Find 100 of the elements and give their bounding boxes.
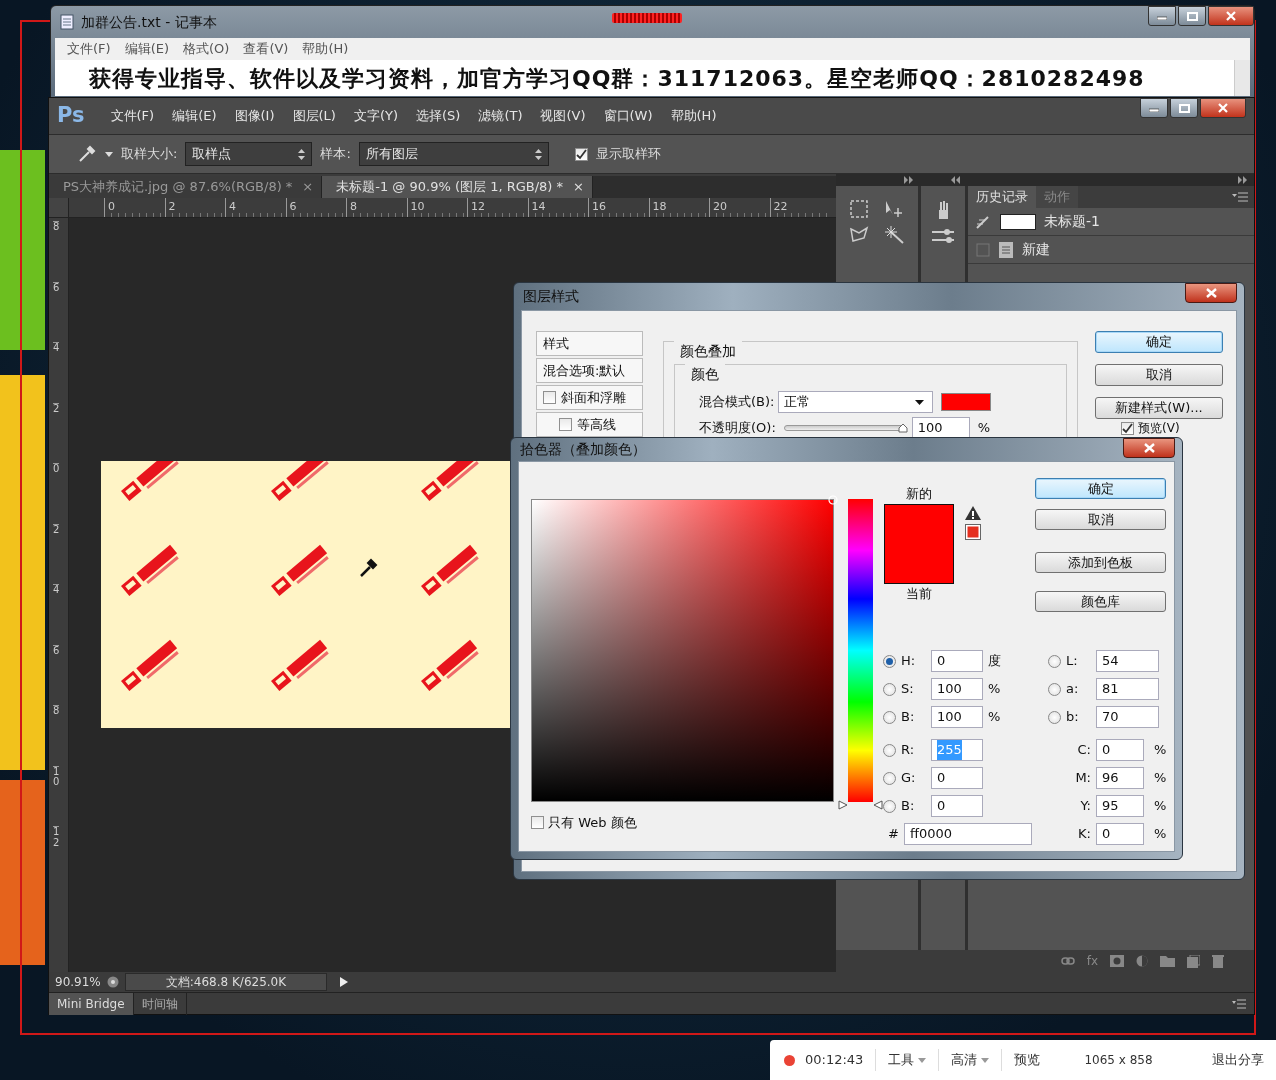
radio-button[interactable] — [883, 771, 896, 785]
value-field[interactable]: 95 — [1096, 795, 1144, 817]
checkbox[interactable] — [531, 816, 544, 830]
collapse-icon[interactable] — [904, 176, 914, 184]
menu-item[interactable]: 滤镜(T) — [478, 106, 523, 126]
menu-item[interactable]: 文字(Y) — [353, 106, 398, 126]
value-field[interactable]: 0 — [1096, 823, 1144, 845]
menu-item[interactable]: 帮助(H) — [302, 39, 349, 59]
value-field[interactable]: 100 — [931, 678, 983, 700]
trash-icon[interactable] — [1212, 954, 1224, 968]
gamut-color-icon[interactable] — [965, 524, 981, 540]
radio-button[interactable] — [1048, 682, 1061, 696]
color-swatch[interactable] — [941, 393, 992, 411]
value-field[interactable]: 96 — [1096, 767, 1144, 789]
radio-button[interactable] — [883, 743, 896, 757]
blend-mode-select[interactable]: 正常 — [778, 391, 934, 413]
collapse-icon[interactable] — [951, 176, 961, 184]
checkbox[interactable] — [574, 147, 588, 161]
new-layer-icon[interactable] — [1187, 954, 1200, 968]
close-button[interactable] — [1123, 438, 1175, 458]
radio-button[interactable] — [1048, 654, 1061, 668]
checkbox[interactable] — [1121, 422, 1134, 435]
radio-button[interactable] — [883, 799, 896, 813]
document-tab[interactable]: 未标题-1 @ 90.9% (图层 1, RGB/8) * × — [322, 176, 593, 198]
menu-item[interactable]: 视图(V) — [540, 106, 586, 126]
folder-icon[interactable] — [1160, 955, 1175, 967]
dialog-button[interactable]: 新建样式(W)... — [1095, 397, 1223, 419]
minimize-button[interactable] — [1148, 6, 1176, 26]
menu-item[interactable]: 帮助(H) — [670, 106, 717, 126]
play-icon[interactable] — [337, 976, 350, 988]
maximize-button[interactable] — [1170, 98, 1198, 118]
menu-item[interactable]: 格式(O) — [183, 39, 230, 59]
exit-share-button[interactable]: 退出分享 — [1212, 1050, 1264, 1070]
document-size[interactable]: 文档:468.8 K/625.0K — [124, 973, 328, 991]
radio-button[interactable] — [883, 654, 896, 668]
hex-field[interactable]: ff0000 — [904, 823, 1032, 845]
checkbox[interactable] — [559, 418, 572, 431]
close-button[interactable] — [1185, 283, 1237, 303]
dialog-button[interactable]: 确定 — [1035, 478, 1167, 499]
tab-close-button[interactable]: × — [302, 177, 314, 197]
caret-icon[interactable] — [105, 151, 113, 157]
eyedropper-icon[interactable] — [77, 144, 97, 164]
document-tab[interactable]: PS大神养成记.jpg @ 87.6%(RGB/8) * × — [49, 176, 323, 198]
value-field[interactable]: 100 — [931, 706, 983, 728]
adjustment-icon[interactable] — [1136, 955, 1148, 967]
marquee-tool-icon[interactable] — [850, 200, 868, 218]
slider-handle[interactable] — [838, 800, 883, 810]
value-field[interactable]: 0 — [931, 795, 983, 817]
menu-item[interactable]: 图像(I) — [234, 106, 275, 126]
opacity-field[interactable]: 100 — [911, 417, 970, 439]
collapse-icon[interactable] — [1238, 176, 1248, 184]
panel-menu-icon[interactable] — [1232, 998, 1246, 1009]
close-button[interactable] — [1200, 98, 1246, 118]
style-list-item[interactable]: 等高线 — [536, 412, 643, 437]
menu-item[interactable]: 编辑(E) — [172, 106, 217, 126]
lasso-tool-icon[interactable] — [849, 226, 869, 244]
dialog-button[interactable]: 取消 — [1095, 364, 1223, 386]
radio-button[interactable] — [883, 710, 896, 724]
history-snapshot[interactable]: 未标题-1 — [968, 208, 1254, 236]
preview-button[interactable]: 预览 — [1014, 1050, 1041, 1070]
style-list-item[interactable]: 斜面和浮雕 — [536, 385, 643, 410]
menu-item[interactable]: 编辑(E) — [124, 39, 169, 59]
panel-tab[interactable]: 历史记录 — [968, 186, 1036, 208]
value-field[interactable]: 81 — [1096, 678, 1159, 700]
dropdown-menu-button[interactable]: 工具 — [888, 1050, 927, 1070]
menu-item[interactable]: 窗口(W) — [603, 106, 653, 126]
dialog-button[interactable]: 添加到色板 — [1035, 552, 1167, 573]
gamut-warning-icon[interactable] — [965, 506, 981, 520]
menu-item[interactable]: 文件(F) — [67, 39, 111, 59]
panel-menu-icon[interactable] — [1232, 192, 1248, 202]
link-icon[interactable] — [1060, 956, 1075, 966]
history-item[interactable]: 新建 — [968, 236, 1254, 264]
tab-close-button[interactable]: × — [573, 177, 584, 197]
scrollbar[interactable] — [1234, 60, 1250, 96]
info-icon[interactable] — [106, 976, 119, 988]
menu-item[interactable]: 图层(L) — [292, 106, 336, 126]
close-button[interactable] — [1208, 6, 1254, 26]
panel-tab[interactable]: Mini Bridge — [49, 992, 134, 1015]
value-field[interactable]: 70 — [1096, 706, 1159, 728]
value-field[interactable]: 0 — [931, 650, 983, 672]
sliders-icon[interactable] — [932, 228, 954, 244]
mask-icon[interactable] — [1110, 955, 1124, 967]
menu-item[interactable]: 选择(S) — [416, 106, 461, 126]
dialog-button[interactable]: 颜色库 — [1035, 591, 1167, 612]
checkbox[interactable] — [543, 391, 556, 404]
value-field[interactable]: 0 — [1096, 739, 1144, 761]
panel-tab[interactable]: 时间轴 — [133, 992, 187, 1015]
menu-item[interactable]: 查看(V) — [243, 39, 289, 59]
style-list-item[interactable]: 混合选项:默认 — [536, 358, 643, 383]
maximize-button[interactable] — [1178, 6, 1206, 26]
radio-button[interactable] — [883, 682, 896, 696]
magic-wand-icon[interactable] — [885, 226, 905, 244]
minimize-button[interactable] — [1140, 98, 1168, 118]
sample-size-select[interactable]: 取样点 — [185, 142, 313, 166]
current-color-swatch[interactable] — [884, 548, 954, 584]
slider-thumb[interactable] — [897, 423, 908, 433]
dialog-button[interactable]: 确定 — [1095, 331, 1223, 353]
value-field[interactable]: 0 — [931, 767, 983, 789]
radio-button[interactable] — [1048, 710, 1061, 724]
dialog-button[interactable]: 取消 — [1035, 509, 1167, 530]
